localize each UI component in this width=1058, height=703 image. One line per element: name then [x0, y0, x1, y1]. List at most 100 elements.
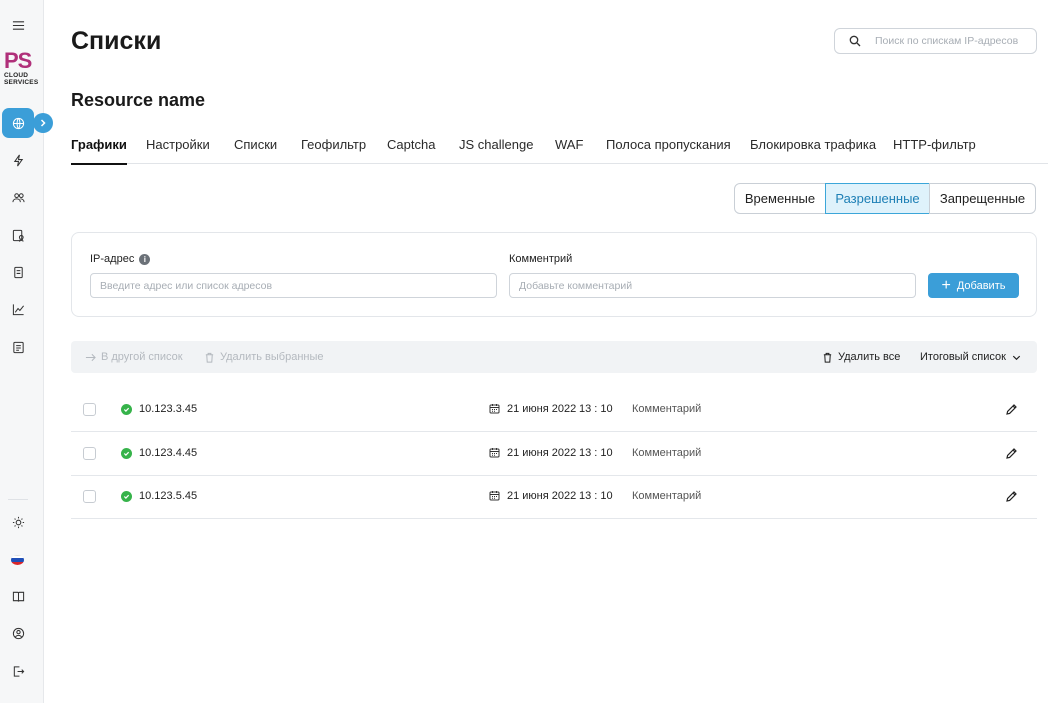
globe-icon: [12, 117, 24, 129]
edit-icon[interactable]: [1005, 490, 1018, 503]
sidebar-item-statistics[interactable]: [0, 299, 36, 319]
status-ok-icon: [121, 491, 132, 502]
list-toolbar: В другой список Удалить выбранные Удалит…: [71, 341, 1037, 373]
add-button-label: Добавить: [956, 279, 1006, 292]
row-checkbox[interactable]: [83, 490, 96, 503]
ip-address: 10.123.5.45: [139, 490, 198, 502]
logo-subtitle: CLOUD: [4, 72, 29, 79]
tab-http-filter[interactable]: HTTP-фильтр: [893, 137, 976, 164]
trash-icon: [823, 352, 832, 363]
sidebar-item-documents[interactable]: [0, 262, 36, 282]
tab-bandwidth[interactable]: Полоса пропускания: [606, 137, 731, 164]
arrow-right-icon: [85, 353, 96, 361]
status-ok-icon: [121, 404, 132, 415]
row-time: 13 : 10: [579, 490, 613, 502]
lightning-icon: [13, 154, 23, 166]
sidebar: PS CLOUD SERVICES: [0, 0, 53, 703]
certificate-icon: [12, 229, 24, 242]
table-row: 10.123.5.45 21 июня 2022 13 : 10 Коммент…: [71, 475, 1037, 519]
logo-subtitle-2: SERVICES: [4, 79, 39, 86]
ip-address-input[interactable]: [90, 273, 497, 298]
plus-icon: +: [941, 276, 951, 294]
tab-charts[interactable]: Графики: [71, 137, 127, 165]
user-circle-icon: [12, 627, 24, 639]
sidebar-item-users[interactable]: [0, 187, 36, 207]
sidebar-item-certificates[interactable]: [0, 225, 36, 245]
ip-label-wrap: IP-адрес i: [90, 253, 151, 265]
row-date: 21 июня 2022: [507, 447, 577, 459]
sidebar-divider: [8, 499, 28, 500]
tab-bar: Графики Настройки Списки Геофильтр Captc…: [71, 137, 1048, 165]
row-comment: Комментарий: [632, 447, 702, 459]
logout-icon: [13, 665, 24, 677]
delete-all-button[interactable]: Удалить все: [822, 341, 900, 373]
tab-captcha[interactable]: Captcha: [387, 137, 435, 164]
search-icon: [849, 35, 861, 47]
summary-list-dropdown[interactable]: Итоговый список: [920, 341, 1022, 373]
move-to-list-button[interactable]: В другой список: [85, 341, 183, 373]
sidebar-item-docs[interactable]: [0, 586, 36, 606]
logo: PS CLOUD SERVICES: [4, 48, 39, 87]
tab-js-challenge[interactable]: JS challenge: [459, 137, 533, 164]
tab-geofilter[interactable]: Геофильтр: [301, 137, 366, 164]
row-checkbox[interactable]: [83, 403, 96, 416]
add-button[interactable]: + Добавить: [928, 273, 1019, 298]
chevron-down-icon: [1012, 355, 1021, 360]
sidebar-expand-button[interactable]: [33, 113, 53, 133]
edit-icon[interactable]: [1005, 447, 1018, 460]
row-time: 13 : 10: [579, 447, 613, 459]
table-row: 10.123.4.45 21 июня 2022 13 : 10 Коммент…: [71, 432, 1037, 476]
sidebar-item-resources[interactable]: [2, 108, 34, 138]
tab-traffic-blocking[interactable]: Блокировка трафика: [750, 137, 876, 164]
row-checkbox[interactable]: [83, 447, 96, 460]
search-input[interactable]: [875, 35, 1035, 47]
temporary-list-button[interactable]: Временные: [734, 183, 826, 214]
calendar-icon: [489, 491, 500, 501]
sidebar-item-profile[interactable]: [0, 623, 36, 643]
row-date: 21 июня 2022: [507, 490, 577, 502]
info-icon[interactable]: i: [139, 253, 151, 265]
sidebar-item-logout[interactable]: [0, 661, 36, 681]
row-comment: Комментарий: [632, 403, 702, 415]
delete-all-label: Удалить все: [838, 351, 901, 363]
forbidden-list-button[interactable]: Запрещенные: [929, 183, 1036, 214]
ip-address: 10.123.3.45: [139, 403, 198, 415]
edit-icon[interactable]: [1005, 403, 1018, 416]
users-icon: [11, 192, 25, 202]
logo-text: PS: [4, 48, 32, 73]
search-box[interactable]: [834, 28, 1037, 54]
tab-waf[interactable]: WAF: [555, 137, 583, 164]
page-title: Списки: [71, 27, 162, 55]
tab-settings[interactable]: Настройки: [146, 137, 210, 164]
row-date: 21 июня 2022: [507, 403, 577, 415]
tab-lists[interactable]: Списки: [234, 137, 277, 164]
book-icon: [12, 591, 24, 602]
comment-input[interactable]: [509, 273, 916, 298]
comment-label: Комментрий: [509, 253, 573, 265]
ip-address: 10.123.4.45: [139, 447, 198, 459]
russian-flag-icon[interactable]: [11, 555, 24, 565]
calendar-icon: [489, 404, 500, 414]
chart-icon: [12, 303, 24, 315]
sidebar-item-lightning[interactable]: [0, 150, 36, 170]
document-icon: [13, 266, 23, 278]
sun-icon: [12, 516, 24, 528]
allowed-list-button[interactable]: Разрешенные: [825, 183, 930, 214]
resource-name: Resource name: [71, 90, 206, 110]
menu-icon[interactable]: [0, 15, 36, 35]
add-address-form: IP-адрес i Комментрий + Добавить: [71, 232, 1037, 317]
trash-icon: [205, 352, 214, 363]
table-row: 10.123.3.45 21 июня 2022 13 : 10 Коммент…: [71, 388, 1037, 432]
report-icon: [12, 341, 24, 353]
summary-list-label: Итоговый список: [920, 351, 1006, 363]
delete-selected-button[interactable]: Удалить выбранные: [204, 341, 324, 373]
chevron-right-icon: [40, 119, 46, 127]
calendar-icon: [489, 448, 500, 458]
delete-selected-label: Удалить выбранные: [220, 351, 324, 363]
theme-toggle[interactable]: [0, 512, 36, 532]
sidebar-item-reports[interactable]: [0, 337, 36, 357]
row-comment: Комментарий: [632, 490, 702, 502]
move-to-list-label: В другой список: [101, 351, 183, 363]
row-time: 13 : 10: [579, 403, 613, 415]
list-type-switcher: Временные Разрешенные Запрещенные: [734, 183, 1036, 214]
